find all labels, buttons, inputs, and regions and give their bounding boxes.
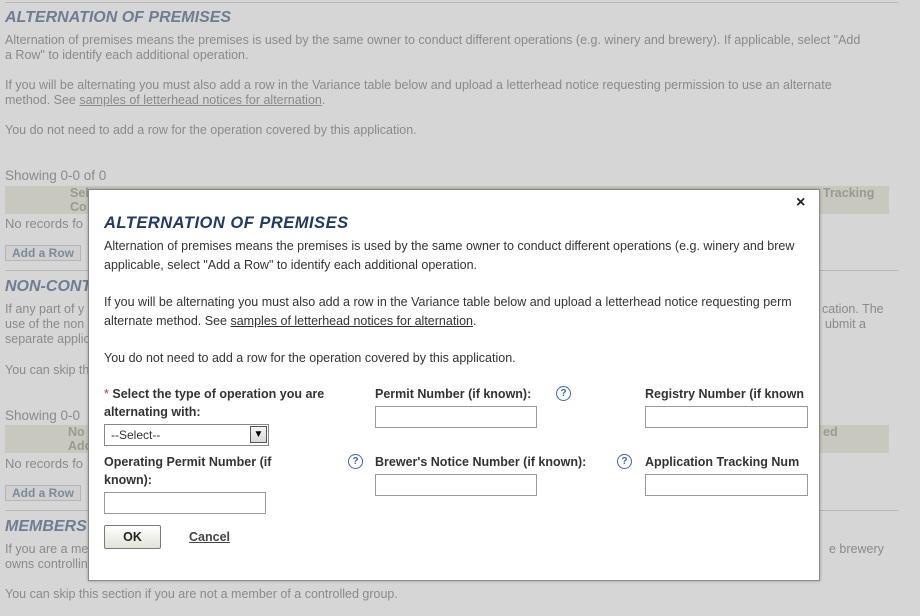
dialog-text: You do not need to add a row for the ope… [104,351,516,365]
showing-count: Showing 0-0 of 0 [5,168,107,183]
help-icon[interactable]: ? [556,386,571,401]
required-mark: * [104,387,109,401]
section-text: If you are a me [5,542,89,556]
help-icon[interactable]: ? [348,454,363,469]
showing-count: Showing 0-0 [5,408,81,423]
operating-permit-input[interactable] [104,492,266,514]
close-icon[interactable]: × [796,194,805,212]
operation-type-label: * Select the type of operation you are a… [104,387,325,419]
section-text: method. See samples of letterhead notice… [5,93,326,107]
section-text: You can skip this section if you are not… [5,587,398,601]
section-title: MEMBERS [5,518,87,535]
help-icon[interactable]: ? [617,454,632,469]
section-text: cation. The [822,302,884,316]
dialog-title: ALTERNATION OF PREMISES [104,214,349,232]
divider [5,2,898,3]
section-text: Alternation of premises means the premis… [5,33,861,47]
add-row-button[interactable]: Add a Row [5,245,81,261]
letterhead-samples-link[interactable]: samples of letterhead notices for altern… [79,93,322,107]
section-text: If any part of y [5,302,85,316]
dialog-text: Alternation of premises means the premis… [104,239,795,253]
brewers-notice-label: Brewer's Notice Number (if known): [375,455,587,469]
dialog-text: applicable, select "Add a Row" to identi… [104,258,477,272]
no-records-text: No records fo [5,216,84,231]
section-text: You do not need to add a row for the ope… [5,123,417,137]
brewers-notice-input[interactable] [375,474,537,496]
dialog-text: If you will be alternating you must also… [104,295,792,309]
dialog-text: alternate method. See samples of letterh… [104,314,477,328]
no-records-text: No records fo [5,456,84,471]
section-text: separate applic [5,332,90,346]
operating-permit-label: Operating Permit Number (if known): [104,455,272,487]
cancel-link[interactable]: Cancel [189,530,230,544]
section-text: a Row" to identify each additional opera… [5,48,249,62]
permit-number-input[interactable] [375,406,537,428]
registry-number-label: Registry Number (if known [645,387,805,401]
section-title: ALTERNATION OF PREMISES [5,9,232,26]
registry-number-input[interactable] [645,406,808,428]
section-text: use of the non [5,317,85,331]
letterhead-samples-link[interactable]: samples of letterhead notices for altern… [230,314,473,328]
permit-number-label: Permit Number (if known): [375,387,532,401]
section-text: owns controllin [5,557,88,571]
tracking-number-input[interactable] [645,474,808,496]
tracking-number-label: Application Tracking Num [645,455,800,469]
operation-type-select[interactable]: --Select-- ▼ [104,424,269,446]
section-title: NON-CONT [5,278,92,295]
section-text: ubmit a [825,317,866,331]
section-text: You can skip th [5,363,90,377]
section-text: If you will be alternating you must also… [5,78,832,92]
alternation-dialog: × ALTERNATION OF PREMISES Alternation of… [88,189,820,581]
chevron-down-icon: ▼ [250,426,267,443]
add-row-button[interactable]: Add a Row [5,485,81,501]
ok-button[interactable]: OK [104,525,161,549]
section-text: e brewery [829,542,884,556]
